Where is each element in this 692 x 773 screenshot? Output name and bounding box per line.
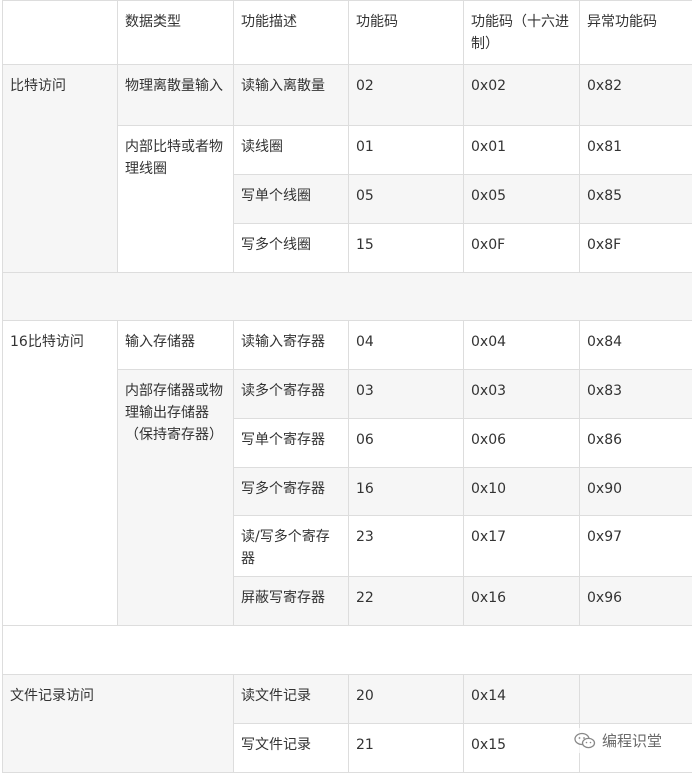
table-header-row: 数据类型 功能描述 功能码 功能码（十六进制） 异常功能码 xyxy=(3,1,692,65)
cell-hex: 0x06 xyxy=(464,419,580,468)
wechat-icon xyxy=(574,732,596,750)
cell-code: 16 xyxy=(349,468,464,516)
cell-code: 01 xyxy=(349,126,464,175)
cell-code: 02 xyxy=(349,65,464,126)
cell-exception: 0x97 xyxy=(580,516,692,577)
watermark-text: 编程识堂 xyxy=(602,730,662,751)
cell-hex: 0x17 xyxy=(464,516,580,577)
cell-desc: 读线圈 xyxy=(234,126,349,175)
cell-desc: 写文件记录 xyxy=(234,724,349,773)
table-row: 文件记录访问 读文件记录 20 0x14 xyxy=(3,675,692,724)
cell-code: 06 xyxy=(349,419,464,468)
spacer-cell xyxy=(3,273,692,321)
cell-exception: 0x8F xyxy=(580,224,692,273)
cell-hex: 0x0F xyxy=(464,224,580,273)
cell-exception: 0x90 xyxy=(580,468,692,516)
cell-desc: 读文件记录 xyxy=(234,675,349,724)
spacer-cell xyxy=(3,626,692,675)
cell-desc: 写单个线圈 xyxy=(234,175,349,224)
type-input-registers: 输入存储器 xyxy=(118,321,234,370)
cell-exception xyxy=(580,675,692,724)
cell-hex: 0x14 xyxy=(464,675,580,724)
group-word-access: 16比特访问 xyxy=(3,321,118,626)
cell-desc: 读输入寄存器 xyxy=(234,321,349,370)
type-holding-registers: 内部存储器或物理输出存储器（保持寄存器） xyxy=(118,370,234,626)
cell-desc: 写多个寄存器 xyxy=(234,468,349,516)
cell-code: 05 xyxy=(349,175,464,224)
header-cell-empty xyxy=(3,1,118,65)
cell-exception: 0x86 xyxy=(580,419,692,468)
cell-exception: 0x82 xyxy=(580,65,692,126)
cell-hex: 0x16 xyxy=(464,577,580,626)
table-row: 比特访问 物理离散量输入 读输入离散量 02 0x02 0x82 xyxy=(3,65,692,126)
cell-code: 15 xyxy=(349,224,464,273)
type-discrete-inputs: 物理离散量输入 xyxy=(118,65,234,126)
cell-desc: 读/写多个寄存器 xyxy=(234,516,349,577)
header-exception-code: 异常功能码 xyxy=(580,1,692,65)
cell-hex: 0x04 xyxy=(464,321,580,370)
cell-code: 04 xyxy=(349,321,464,370)
cell-hex: 0x01 xyxy=(464,126,580,175)
watermark: 编程识堂 xyxy=(570,728,666,753)
cell-hex: 0x10 xyxy=(464,468,580,516)
modbus-function-code-table: 数据类型 功能描述 功能码 功能码（十六进制） 异常功能码 比特访问 物理离散量… xyxy=(2,0,692,773)
cell-code: 21 xyxy=(349,724,464,773)
cell-hex: 0x03 xyxy=(464,370,580,419)
cell-code: 03 xyxy=(349,370,464,419)
cell-desc: 写单个寄存器 xyxy=(234,419,349,468)
spacer-row xyxy=(3,626,692,675)
header-hex-code: 功能码（十六进制） xyxy=(464,1,580,65)
header-data-type: 数据类型 xyxy=(118,1,234,65)
cell-exception: 0x81 xyxy=(580,126,692,175)
group-bit-access: 比特访问 xyxy=(3,65,118,273)
cell-desc: 屏蔽写寄存器 xyxy=(234,577,349,626)
group-file-access: 文件记录访问 xyxy=(3,675,234,773)
cell-exception: 0x84 xyxy=(580,321,692,370)
cell-desc: 读输入离散量 xyxy=(234,65,349,126)
cell-desc: 写多个线圈 xyxy=(234,224,349,273)
header-code: 功能码 xyxy=(349,1,464,65)
cell-exception: 0x85 xyxy=(580,175,692,224)
cell-exception: 0x83 xyxy=(580,370,692,419)
cell-exception: 0x96 xyxy=(580,577,692,626)
table-row: 16比特访问 输入存储器 读输入寄存器 04 0x04 0x84 xyxy=(3,321,692,370)
cell-hex: 0x15 xyxy=(464,724,580,773)
cell-code: 23 xyxy=(349,516,464,577)
cell-hex: 0x02 xyxy=(464,65,580,126)
cell-desc: 读多个寄存器 xyxy=(234,370,349,419)
cell-code: 22 xyxy=(349,577,464,626)
type-coils: 内部比特或者物理线圈 xyxy=(118,126,234,273)
cell-code: 20 xyxy=(349,675,464,724)
spacer-row xyxy=(3,273,692,321)
cell-hex: 0x05 xyxy=(464,175,580,224)
header-description: 功能描述 xyxy=(234,1,349,65)
